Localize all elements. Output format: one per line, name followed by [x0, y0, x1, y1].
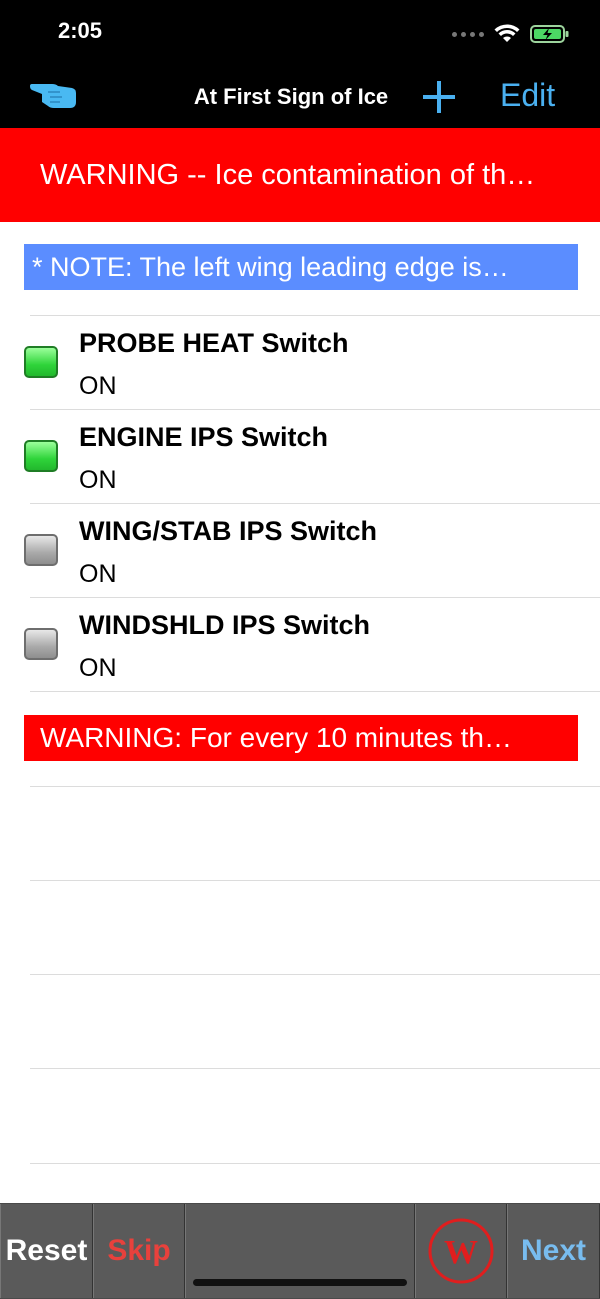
- item-value: ON: [79, 466, 117, 494]
- reset-button[interactable]: Reset: [0, 1204, 93, 1298]
- checkbox-unchecked[interactable]: [24, 534, 58, 566]
- item-title: WINDSHLD IPS Switch: [79, 610, 371, 640]
- row-separator: [30, 880, 600, 881]
- warning-banner-text: WARNING -- Ice contamination of th…: [40, 159, 536, 191]
- row-separator: [30, 974, 600, 975]
- home-indicator: [193, 1279, 407, 1286]
- checkbox-checked[interactable]: [24, 346, 58, 378]
- w-circle-icon: W: [428, 1218, 494, 1284]
- add-icon[interactable]: [420, 78, 458, 116]
- skip-button[interactable]: Skip: [93, 1204, 185, 1298]
- checkbox-checked[interactable]: [24, 440, 58, 472]
- warning-banner[interactable]: WARNING -- Ice contamination of th…: [0, 128, 600, 222]
- checkbox-unchecked[interactable]: [24, 628, 58, 660]
- checklist-item-engine-ips[interactable]: ENGINE IPS Switch ON: [0, 410, 600, 504]
- w-label: W: [444, 1234, 478, 1271]
- row-separator: [30, 1163, 600, 1164]
- item-title: PROBE HEAT Switch: [79, 328, 349, 358]
- w-button[interactable]: W: [415, 1204, 507, 1298]
- status-time: 2:05: [58, 18, 103, 43]
- pointing-hand-icon[interactable]: [28, 80, 78, 112]
- wifi-icon: [494, 24, 520, 42]
- status-icons: [452, 20, 570, 48]
- edit-button[interactable]: Edit: [500, 77, 555, 114]
- item-value: ON: [79, 372, 117, 400]
- item-title: ENGINE IPS Switch: [79, 422, 329, 452]
- nav-title: At First Sign of Ice: [193, 84, 389, 109]
- checklist-item-probe-heat[interactable]: PROBE HEAT Switch ON: [0, 316, 600, 410]
- checklist-item-wing-stab-ips[interactable]: WING/STAB IPS Switch ON: [0, 504, 600, 598]
- checklist-item-windshld-ips[interactable]: WINDSHLD IPS Switch ON: [0, 598, 600, 692]
- item-value: ON: [79, 560, 117, 588]
- status-bar: 2:05: [0, 0, 600, 66]
- next-button[interactable]: Next: [507, 1204, 600, 1298]
- nav-bar: At First Sign of Ice Edit: [0, 66, 600, 128]
- row-separator: [30, 786, 600, 787]
- item-value: ON: [79, 654, 117, 682]
- row-separator: [30, 1068, 600, 1069]
- note-box[interactable]: * NOTE: The left wing leading edge is…: [24, 244, 578, 290]
- warning-footer-box[interactable]: WARNING: For every 10 minutes th…: [24, 715, 578, 761]
- battery-charging-icon: [530, 25, 569, 43]
- item-title: WING/STAB IPS Switch: [79, 516, 378, 546]
- cellular-signal-icon: [452, 31, 484, 37]
